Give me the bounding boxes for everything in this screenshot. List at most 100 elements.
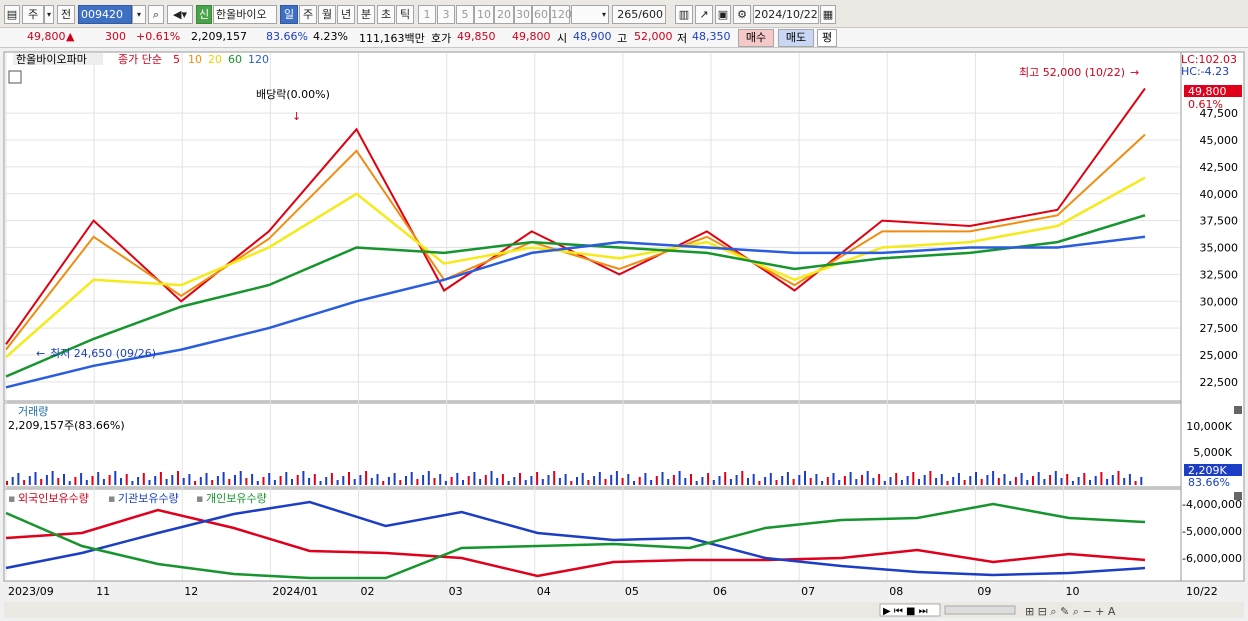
menu-icon[interactable]: ▤ [4, 5, 20, 24]
volume-bar [707, 473, 710, 485]
date-input[interactable]: 2024/10/22 [753, 5, 819, 24]
period-tab-0[interactable]: 일 [280, 5, 298, 24]
x-tick-label: 2024/01 [272, 585, 318, 598]
volume-bar [91, 476, 94, 485]
sell-button[interactable]: 매도 [778, 29, 814, 47]
stock-name-field[interactable]: 한올바이오 [213, 5, 277, 24]
volume-bar [843, 476, 846, 485]
period-type-button[interactable]: 주 [22, 5, 44, 24]
volume-bar [969, 476, 972, 485]
volume-bar [387, 477, 390, 485]
volume-bar [815, 474, 818, 485]
count-input[interactable]: 265/600 [612, 5, 666, 24]
change-percent: +0.61% [136, 30, 181, 43]
interval-button-6[interactable]: 60 [532, 5, 550, 24]
volume-bar [655, 476, 658, 485]
volume-bar [644, 473, 647, 485]
chart-area[interactable]: 47,50045,00042,50040,00037,50035,00032,5… [0, 48, 1248, 621]
volume-bar [1032, 476, 1034, 485]
gear-icon[interactable]: ⚙ [733, 5, 751, 24]
period-tab-5[interactable]: 초 [377, 5, 395, 24]
volume-bar [1117, 471, 1120, 485]
toggle-icon[interactable] [8, 70, 22, 84]
volume-bar [576, 477, 578, 485]
volume-bar [222, 472, 225, 485]
dividend-note: 배당락(0.00%) [256, 88, 330, 101]
prefix-button[interactable]: 전 [57, 5, 75, 24]
period-tab-4[interactable]: 분 [357, 5, 375, 24]
volume-bar [108, 475, 111, 485]
interval-button-2[interactable]: 5 [456, 5, 474, 24]
volume-bar [450, 477, 453, 485]
volume-bar [792, 479, 795, 485]
volume-bar [1083, 473, 1086, 485]
volume-bar [638, 477, 641, 485]
interval-button-7[interactable]: 120 [550, 5, 572, 24]
volume-bar [427, 471, 430, 485]
volume-bar [45, 475, 48, 485]
volume-bar [68, 481, 71, 485]
current-price: 49,800 [27, 30, 66, 43]
volume-bar [861, 475, 863, 485]
calendar-icon[interactable]: ▦ [820, 5, 836, 24]
volume-bar [291, 479, 293, 485]
volume-bar [1066, 474, 1069, 485]
interval-button-4[interactable]: 20 [494, 5, 514, 24]
volume-bar [530, 476, 533, 485]
volume-bar [604, 479, 607, 485]
stock-code-input[interactable]: 009420 [78, 5, 132, 24]
draw-tool-icon[interactable]: ↗ [695, 5, 713, 24]
volume-bar [895, 473, 898, 485]
inst-legend-icon: ▪ [108, 492, 115, 505]
volume-bar [906, 476, 909, 485]
interval-dropdown[interactable]: ▾ [571, 5, 609, 24]
volume-bar [661, 472, 664, 485]
volume-bar [302, 471, 305, 485]
code-dropdown-icon[interactable]: ▾ [132, 5, 146, 24]
period-tab-2[interactable]: 월 [318, 5, 336, 24]
volume-bar [581, 473, 584, 485]
volume-bar [519, 473, 521, 485]
search-icon[interactable]: ⌕ [148, 5, 164, 24]
sound-icon[interactable]: ◀▾ [167, 5, 193, 24]
volume-bar [296, 475, 299, 485]
volume-close-icon[interactable] [1234, 406, 1242, 414]
volume-bar [131, 481, 134, 485]
volume-bar [781, 476, 784, 485]
volume-bar [228, 479, 231, 485]
volume-bar [473, 472, 476, 485]
zoom-slider[interactable] [944, 605, 1016, 615]
interval-button-5[interactable]: 30 [514, 5, 532, 24]
volume-bar [234, 475, 236, 485]
buy-button[interactable]: 매수 [738, 29, 774, 47]
tools-icon[interactable]: ⊞ ⊟ ⌕ ✎ ⌕ − + A [1025, 605, 1116, 618]
interval-button-3[interactable]: 10 [474, 5, 494, 24]
high-price: 52,000 [634, 30, 673, 43]
holding-close-icon[interactable] [1234, 492, 1242, 500]
volume-bar [57, 478, 60, 485]
price-tick-label: 22,500 [1200, 376, 1239, 389]
volume-bar [1037, 472, 1040, 485]
period-tab-1[interactable]: 주 [299, 5, 317, 24]
volume-bar [171, 475, 174, 485]
interval-button-1[interactable]: 3 [437, 5, 455, 24]
quote-bar: 49,800 ▲ 300 +0.61% 2,209,157 83.66% 4.2… [0, 28, 1248, 48]
volume-bar [798, 475, 801, 485]
volume-bar [633, 481, 635, 485]
save-icon[interactable]: ▣ [715, 5, 731, 24]
interval-button-0[interactable]: 1 [418, 5, 436, 24]
volume-bar [353, 479, 356, 485]
avg-button[interactable]: 평 [817, 29, 837, 47]
x-tick-label: 08 [889, 585, 903, 598]
toolbar: ▤ 주 ▾ 전 009420 ▾ ⌕ ◀▾ 신 한올바이오 ▾ 265/600 … [0, 0, 1248, 28]
volume-bar [570, 481, 573, 485]
chevron-down-icon[interactable]: ▾ [44, 5, 54, 24]
volume-bar [336, 480, 339, 485]
candle-type-icon[interactable]: ▥ [675, 5, 693, 24]
volume-bar [80, 473, 83, 485]
period-tab-6[interactable]: 틱 [396, 5, 414, 24]
x-tick-label: 07 [801, 585, 815, 598]
period-tab-3[interactable]: 년 [337, 5, 355, 24]
scroll-buttons-icon[interactable]: ▶ ⏮ ■ ⏭ [883, 606, 928, 617]
volume-bar [889, 477, 892, 485]
